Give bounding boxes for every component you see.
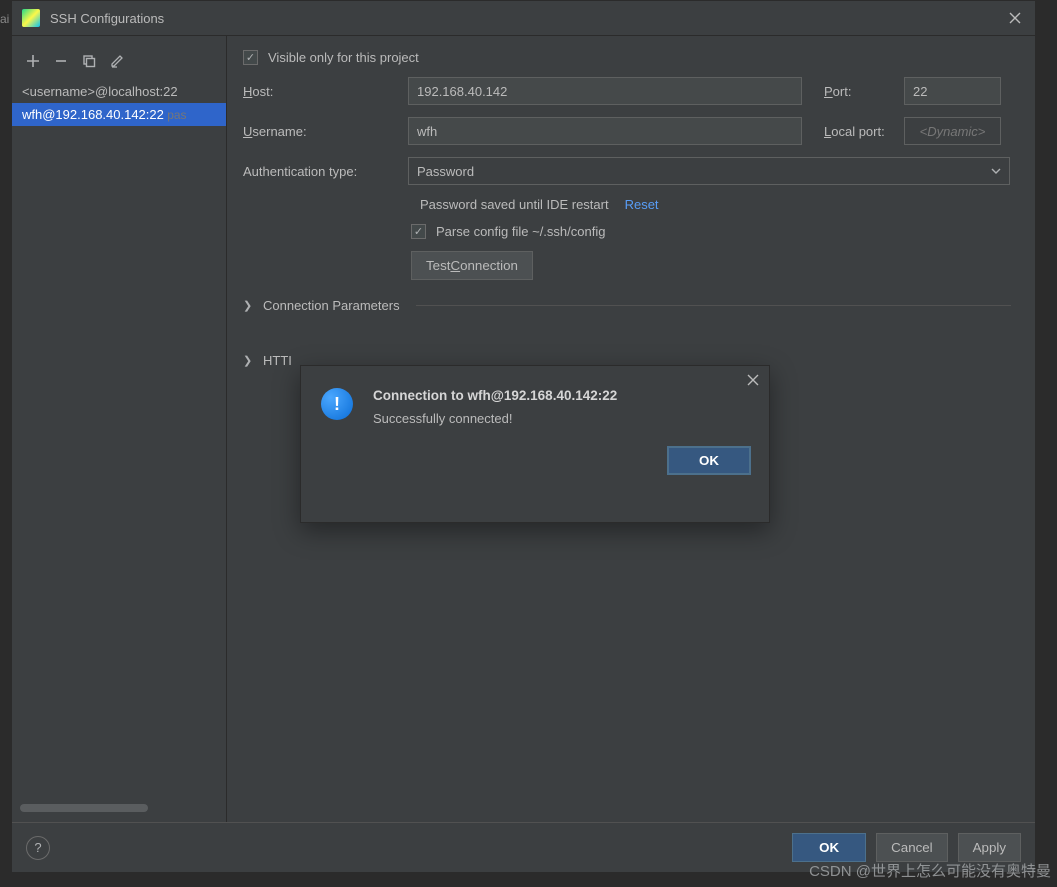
parse-config-checkbox[interactable]: ✓ bbox=[411, 224, 426, 239]
localport-input[interactable] bbox=[904, 117, 1001, 145]
dialog-body: ! Connection to wfh@192.168.40.142:22 Su… bbox=[301, 366, 769, 436]
sidebar: <username>@localhost:22 wfh@192.168.40.1… bbox=[12, 36, 227, 822]
apply-button[interactable]: Apply bbox=[958, 833, 1021, 862]
close-icon[interactable] bbox=[1005, 8, 1025, 28]
section-label: Connection Parameters bbox=[263, 298, 400, 313]
password-status-row: Password saved until IDE restart Reset bbox=[420, 197, 1019, 212]
chevron-down-icon bbox=[991, 168, 1001, 174]
dialog-ok-button[interactable]: OK bbox=[667, 446, 751, 475]
dialog-close-icon[interactable] bbox=[747, 374, 759, 386]
test-connection-button[interactable]: Test Connection bbox=[411, 251, 533, 280]
dialog-title: Connection to wfh@192.168.40.142:22 bbox=[373, 388, 617, 403]
sidebar-toolbar bbox=[12, 46, 226, 80]
visible-only-checkbox[interactable]: ✓ bbox=[243, 50, 258, 65]
username-input[interactable] bbox=[408, 117, 802, 145]
chevron-right-icon: ❯ bbox=[243, 299, 255, 312]
info-icon: ! bbox=[321, 388, 353, 420]
sidebar-scrollbar[interactable] bbox=[20, 804, 218, 814]
username-row: Username: Local port: bbox=[243, 117, 1019, 145]
window-title: SSH Configurations bbox=[50, 11, 1005, 26]
section-connection-params[interactable]: ❯ Connection Parameters bbox=[243, 298, 1019, 313]
username-label: Username: bbox=[243, 124, 398, 139]
connection-result-dialog: ! Connection to wfh@192.168.40.142:22 Su… bbox=[300, 365, 770, 523]
localport-label: Local port: bbox=[812, 124, 894, 139]
test-connection-row: Test Connection bbox=[411, 251, 1019, 280]
auth-row: Authentication type: Password bbox=[243, 157, 1019, 185]
parse-config-row: ✓ Parse config file ~/.ssh/config bbox=[411, 224, 1019, 239]
pycharm-logo-icon bbox=[22, 9, 40, 27]
reset-link[interactable]: Reset bbox=[625, 197, 659, 212]
list-item-post: pas bbox=[164, 108, 187, 122]
auth-label: Authentication type: bbox=[243, 164, 398, 179]
auth-type-value: Password bbox=[417, 164, 474, 179]
dialog-footer: OK bbox=[301, 436, 769, 491]
edge-fragment: ai bbox=[0, 12, 9, 26]
watermark-text: CSDN @世界上怎么可能没有奥特曼 bbox=[809, 860, 1051, 881]
copy-icon[interactable] bbox=[78, 50, 100, 72]
help-button[interactable]: ? bbox=[26, 836, 50, 860]
remove-icon[interactable] bbox=[50, 50, 72, 72]
dialog-text: Connection to wfh@192.168.40.142:22 Succ… bbox=[373, 388, 617, 426]
parse-config-label: Parse config file ~/.ssh/config bbox=[436, 224, 605, 239]
chevron-right-icon: ❯ bbox=[243, 354, 255, 367]
scrollbar-thumb[interactable] bbox=[20, 804, 148, 812]
port-input[interactable] bbox=[904, 77, 1001, 105]
host-row: Host: Port: bbox=[243, 77, 1019, 105]
visible-only-label: Visible only for this project bbox=[268, 50, 419, 65]
list-item-label: wfh@192.168.40.142:22 bbox=[22, 107, 164, 122]
visible-only-row: ✓ Visible only for this project bbox=[243, 50, 1019, 65]
host-input[interactable] bbox=[408, 77, 802, 105]
host-label: Host: bbox=[243, 84, 398, 99]
dialog-message: Successfully connected! bbox=[373, 411, 617, 426]
section-label: HTTI bbox=[263, 353, 292, 368]
list-item[interactable]: <username>@localhost:22 bbox=[12, 80, 226, 103]
titlebar: SSH Configurations bbox=[12, 1, 1035, 36]
config-list: <username>@localhost:22 wfh@192.168.40.1… bbox=[12, 80, 226, 800]
port-label: Port: bbox=[812, 84, 894, 99]
edit-icon[interactable] bbox=[106, 50, 128, 72]
list-item-label: <username>@localhost:22 bbox=[22, 84, 178, 99]
ok-button[interactable]: OK bbox=[792, 833, 866, 862]
list-item[interactable]: wfh@192.168.40.142:22 pas bbox=[12, 103, 226, 126]
cancel-button[interactable]: Cancel bbox=[876, 833, 948, 862]
password-status-text: Password saved until IDE restart bbox=[420, 197, 609, 212]
section-divider bbox=[416, 305, 1011, 306]
add-icon[interactable] bbox=[22, 50, 44, 72]
auth-type-select[interactable]: Password bbox=[408, 157, 1010, 185]
